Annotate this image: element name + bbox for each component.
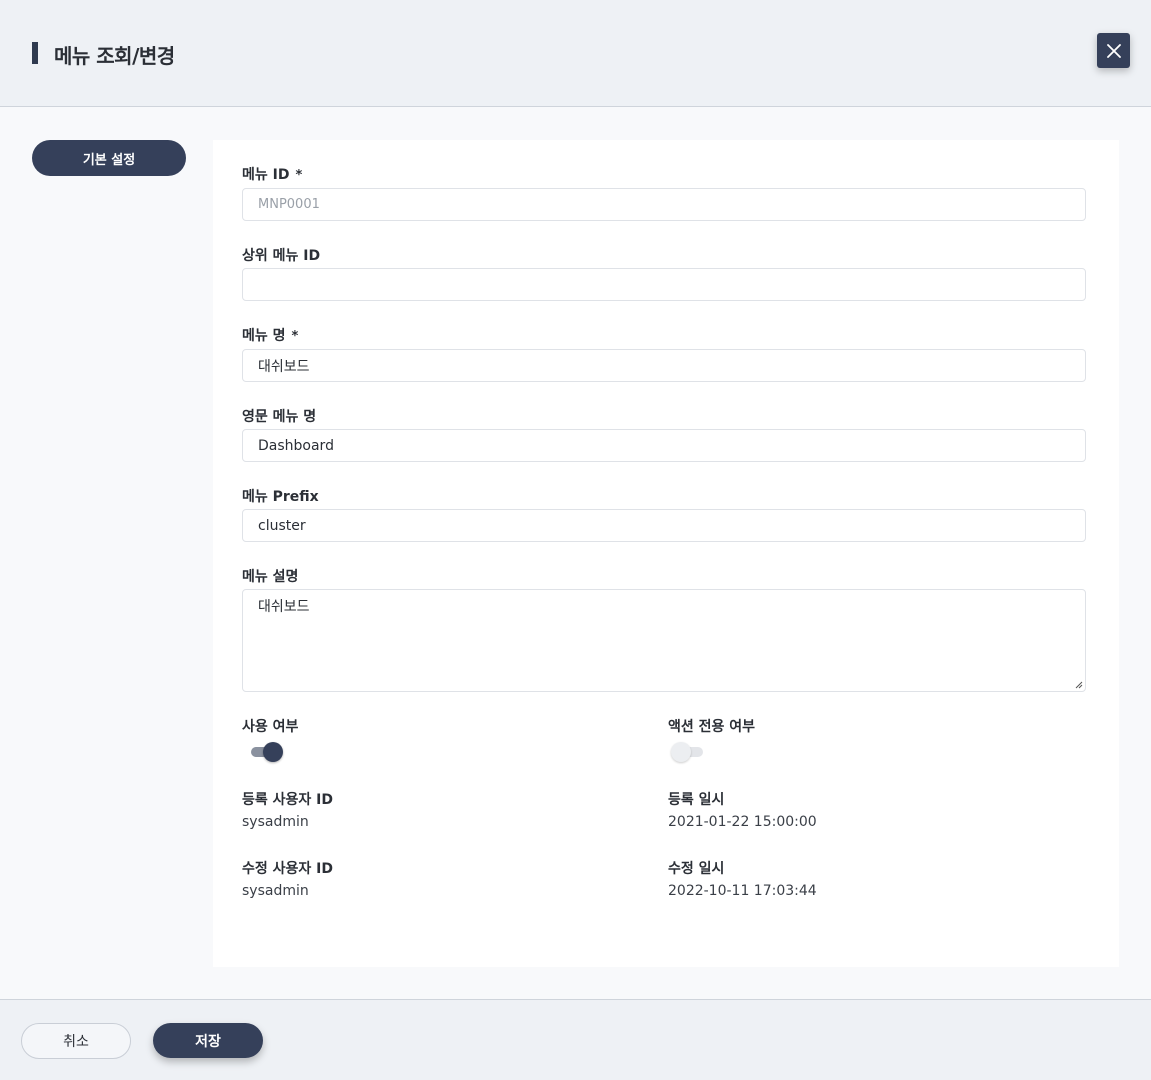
- modal-header: 메뉴 조회/변경: [0, 0, 1151, 107]
- toggle-knob: [671, 742, 691, 762]
- action-only-yn-toggle[interactable]: [671, 742, 705, 762]
- close-button[interactable]: [1097, 33, 1130, 68]
- toggle-knob: [263, 742, 283, 762]
- use-yn-toggle[interactable]: [249, 742, 283, 762]
- menu-id-label: 메뉴 ID *: [242, 167, 303, 183]
- form-panel: 메뉴 ID * MNP0001 상위 메뉴 ID 메뉴 명 * 대쉬보드 영문 메뉴…: [213, 140, 1119, 967]
- created-at-value: 2021-01-22 15:00:00: [668, 814, 817, 830]
- required-mark: *: [295, 168, 303, 183]
- updated-at-value: 2022-10-11 17:03:44: [668, 883, 817, 899]
- menu-name-en-label: 영문 메뉴 명: [242, 409, 317, 425]
- menu-prefix-label: 메뉴 Prefix: [242, 489, 319, 505]
- menu-id-field[interactable]: MNP0001: [242, 188, 1086, 221]
- menu-description-textarea[interactable]: 대쉬보드: [242, 589, 1086, 692]
- title-accent-bar: [32, 42, 38, 64]
- updated-at-label: 수정 일시: [668, 861, 725, 877]
- parent-menu-id-field[interactable]: [242, 268, 1086, 301]
- action-only-yn-label: 액션 전용 여부: [668, 719, 756, 735]
- parent-menu-id-label: 상위 메뉴 ID: [242, 248, 321, 264]
- page-title: 메뉴 조회/변경: [54, 44, 175, 68]
- use-yn-label: 사용 여부: [242, 719, 299, 735]
- updated-user-value: sysadmin: [242, 883, 309, 899]
- close-icon: [1106, 43, 1121, 58]
- created-user-label: 등록 사용자 ID: [242, 792, 333, 808]
- updated-user-label: 수정 사용자 ID: [242, 861, 333, 877]
- resize-grip-icon[interactable]: [1075, 681, 1083, 689]
- menu-prefix-field[interactable]: cluster: [242, 509, 1086, 542]
- menu-description-label: 메뉴 설명: [242, 569, 299, 585]
- required-mark: *: [291, 329, 299, 344]
- menu-name-en-field[interactable]: Dashboard: [242, 429, 1086, 462]
- menu-description-text: 대쉬보드: [258, 599, 310, 615]
- cancel-button[interactable]: 취소: [21, 1023, 131, 1059]
- modal-footer: 취소 저장: [0, 999, 1151, 1080]
- menu-name-field[interactable]: 대쉬보드: [242, 349, 1086, 382]
- tab-basic-settings[interactable]: 기본 설정: [32, 140, 186, 176]
- menu-name-label: 메뉴 명 *: [242, 328, 299, 344]
- save-button[interactable]: 저장: [153, 1023, 263, 1058]
- created-at-label: 등록 일시: [668, 792, 725, 808]
- created-user-value: sysadmin: [242, 814, 309, 830]
